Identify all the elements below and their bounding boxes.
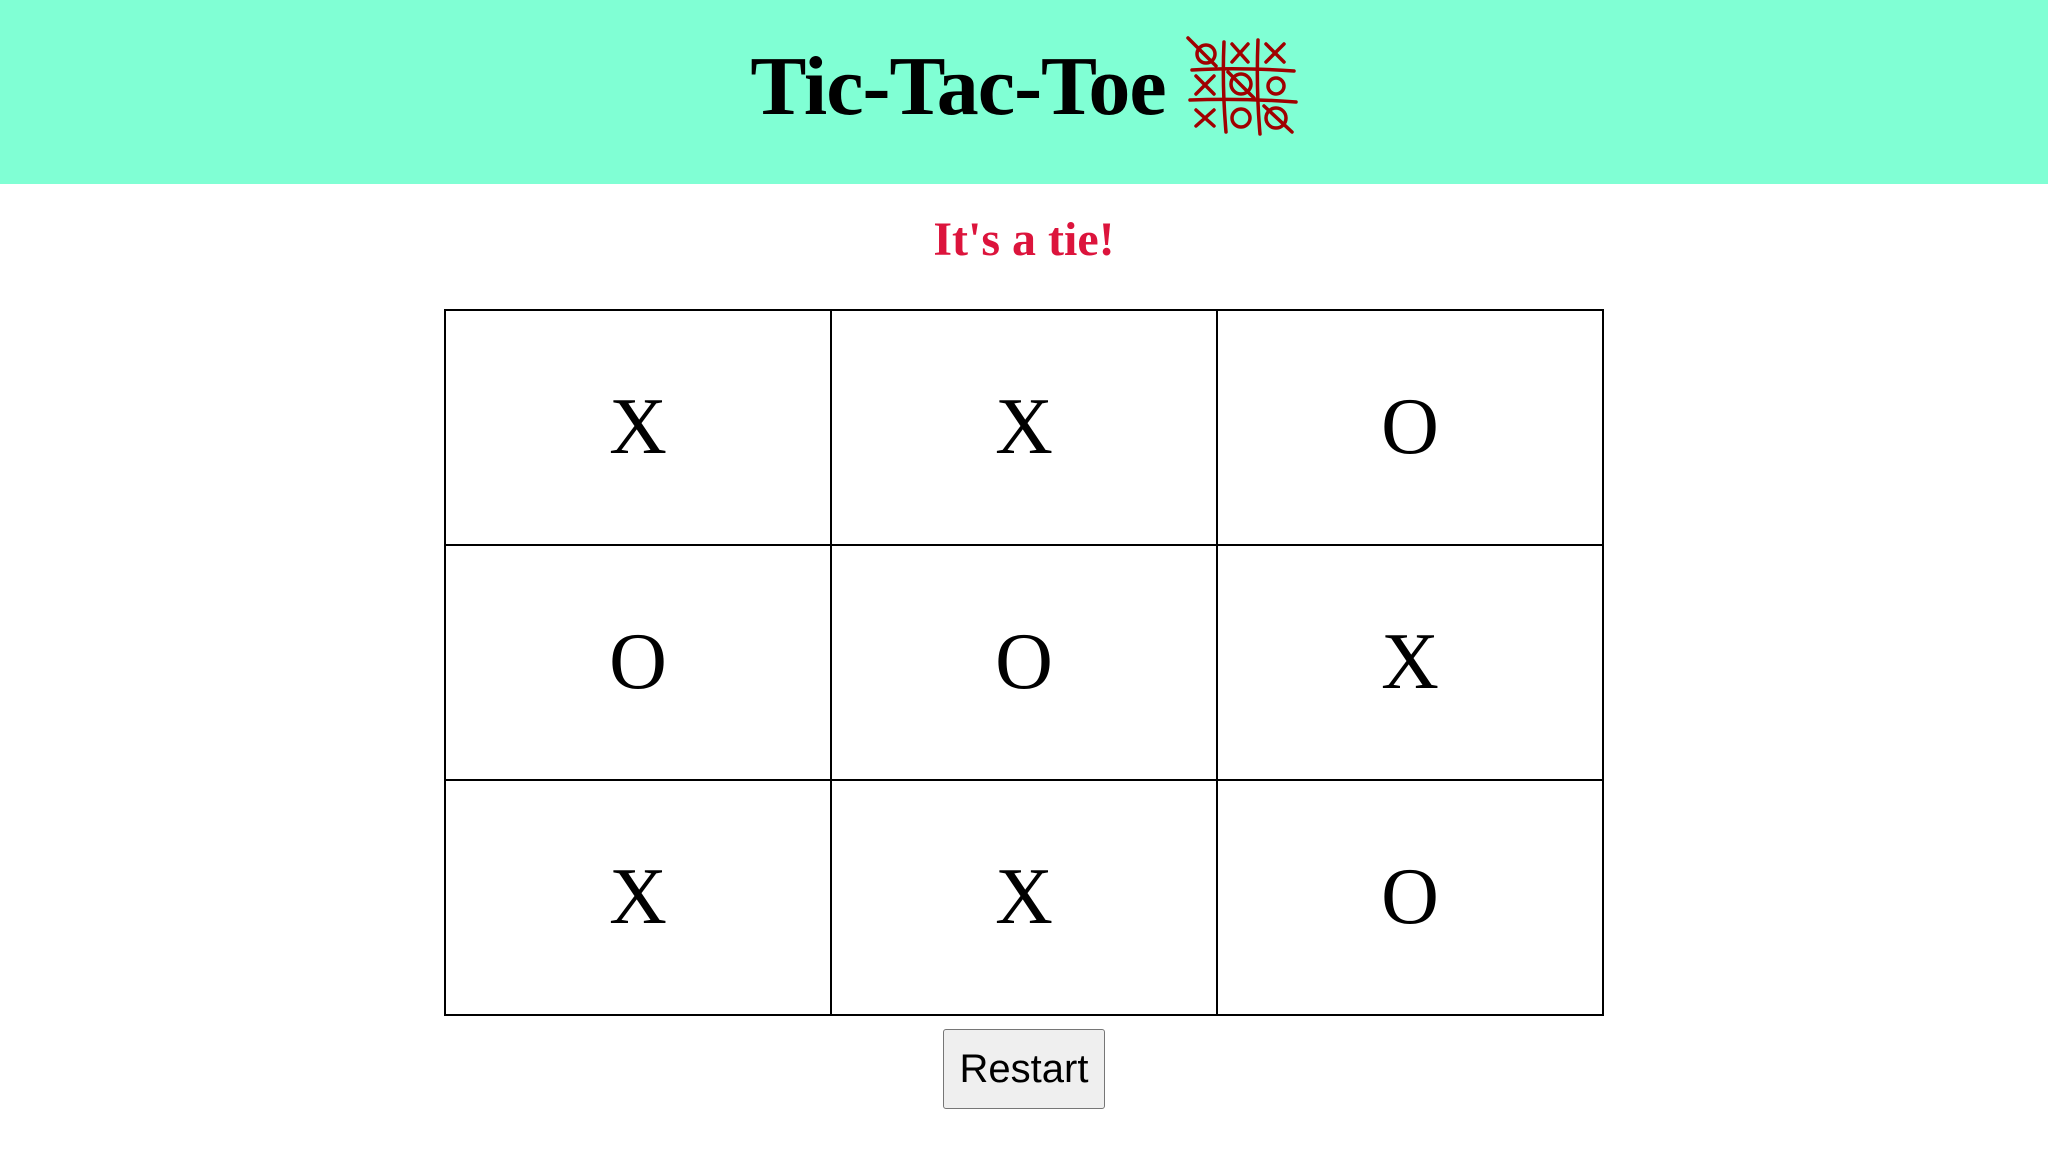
board-row: O O X xyxy=(444,544,1604,781)
board-row: X X O xyxy=(444,779,1604,1016)
board-cell[interactable]: X xyxy=(1216,544,1604,781)
game-board: X X O O O X X X O xyxy=(444,309,1604,1016)
header: Tic-Tac-Toe xyxy=(0,0,2048,184)
board-cell[interactable]: X xyxy=(444,309,832,546)
board-cell[interactable]: X xyxy=(830,779,1218,1016)
game-status: It's a tie! xyxy=(933,213,1115,266)
board-cell[interactable]: X xyxy=(444,779,832,1016)
board-cell[interactable]: O xyxy=(1216,309,1604,546)
board-cell[interactable]: O xyxy=(1216,779,1604,1016)
tic-tac-toe-icon xyxy=(1185,36,1298,136)
board-cell[interactable]: X xyxy=(830,309,1218,546)
board-cell[interactable]: O xyxy=(444,544,832,781)
board-row: X X O xyxy=(444,309,1604,546)
restart-button[interactable]: Restart xyxy=(943,1029,1105,1109)
page-title: Tic-Tac-Toe xyxy=(750,39,1166,133)
title-group: Tic-Tac-Toe xyxy=(750,36,1298,136)
board-cell[interactable]: O xyxy=(830,544,1218,781)
